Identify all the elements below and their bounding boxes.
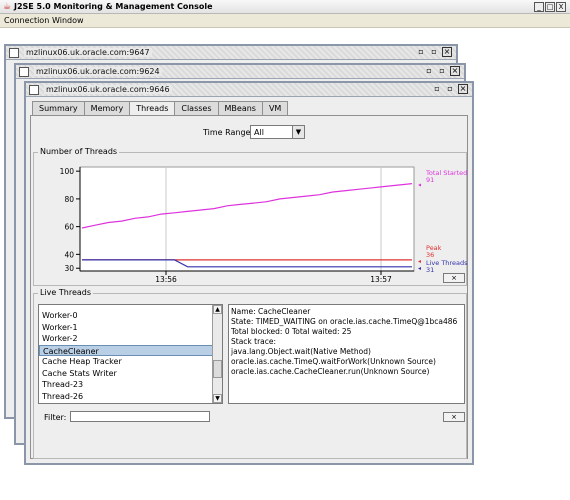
app-title-bar: ☕ J2SE 5.0 Monitoring & Management Conso… — [0, 0, 570, 14]
detail-line: java.lang.Object.wait(Native Method) — [231, 347, 371, 356]
thread-list[interactable]: Worker-0 Worker-1 Worker-2 CacheCleaner … — [38, 304, 223, 404]
time-range-value: All — [254, 128, 264, 137]
y-tick-label: 40 — [64, 250, 74, 259]
y-tick-label: 30 — [64, 264, 74, 273]
time-range-label: Time Range: — [203, 128, 254, 137]
tab-memory[interactable]: Memory — [83, 101, 131, 115]
list-item[interactable]: Worker-0 — [39, 310, 222, 322]
detail-line: oracle.ias.cache.TimeQ.waitForWork(Unkno… — [231, 357, 436, 366]
chart-collapse-button[interactable]: ⨯ — [443, 273, 465, 283]
y-tick-label: 60 — [64, 223, 74, 232]
menu-bar: Connection Window — [0, 14, 570, 28]
maximize-icon[interactable]: ▫ — [445, 84, 455, 94]
maximize-icon[interactable]: ▫ — [429, 47, 439, 57]
number-of-threads-group: Number of Threads 13:56 13:57 30 40 60 80 100 ◂… — [33, 147, 468, 286]
close-icon[interactable]: × — [458, 84, 468, 94]
detail-line: Name: CacheCleaner — [231, 307, 311, 316]
tab-mbeans[interactable]: MBeans — [217, 101, 263, 115]
window-title: mzlinux06.uk.oracle.com:9646 — [44, 85, 172, 94]
tab-classes[interactable]: Classes — [174, 101, 219, 115]
window-title-bar[interactable]: mzlinux06.uk.oracle.com:9646 ▫ ▫ × — [26, 83, 472, 97]
detail-line: Total blocked: 0 Total waited: 25 — [231, 327, 352, 336]
tab-strip: Summary Memory Threads Classes MBeans VM — [32, 101, 289, 116]
maximize-button[interactable]: □ — [545, 2, 555, 12]
close-icon[interactable]: × — [450, 66, 460, 76]
legend-value: 36 — [426, 251, 434, 259]
legend-value: 31 — [426, 266, 434, 274]
window-title: mzlinux06.uk.oracle.com:9624 — [34, 67, 162, 76]
detail-line: State: TIMED_WAITING on oracle.ias.cache… — [231, 317, 458, 326]
thread-list-scrollbar[interactable]: ▲ ▼ — [212, 305, 222, 403]
detail-line: Stack trace: — [231, 337, 277, 346]
menu-window[interactable]: Window — [52, 16, 84, 25]
live-threads-group: Live Threads Worker-0 Worker-1 Worker-2 … — [33, 288, 467, 459]
scroll-thumb[interactable] — [213, 360, 222, 378]
y-tick-label: 80 — [64, 195, 74, 204]
list-item[interactable]: Cache Heap Tracker — [39, 356, 222, 368]
list-item[interactable]: Worker-2 — [39, 333, 222, 345]
scroll-down-icon[interactable]: ▼ — [213, 394, 222, 403]
time-range-select[interactable]: All ▼ — [250, 125, 305, 139]
iconify-icon[interactable]: ▫ — [424, 66, 434, 76]
window-icon — [19, 67, 29, 77]
tab-vm[interactable]: VM — [261, 101, 289, 115]
list-item[interactable]: Worker-1 — [39, 322, 222, 334]
java-icon: ☕ — [3, 2, 12, 12]
window-title-bar[interactable]: mzlinux06.uk.oracle.com:9624 ▫ ▫ × — [16, 65, 464, 79]
x-tick-label: 13:56 — [155, 275, 177, 284]
threads-tab-panel: Time Range: All ▼ Number of Threads 13:5… — [30, 115, 468, 459]
tab-summary[interactable]: Summary — [32, 101, 85, 115]
series-marker-icon: ◂ — [418, 182, 421, 189]
detail-line: oracle.ias.cache.CacheCleaner.run(Unknow… — [231, 367, 430, 376]
chevron-down-icon[interactable]: ▼ — [292, 126, 304, 138]
filter-label: Filter: — [44, 413, 67, 422]
app-title: J2SE 5.0 Monitoring & Management Console — [14, 2, 213, 11]
close-icon[interactable]: × — [442, 47, 452, 57]
list-item-selected[interactable]: CacheCleaner — [39, 344, 222, 356]
legend-value: 91 — [426, 176, 434, 184]
x-tick-label: 13:57 — [370, 275, 392, 284]
minimize-button[interactable]: _ — [534, 2, 544, 12]
iconify-icon[interactable]: ▫ — [432, 84, 442, 94]
internal-window-9646[interactable]: mzlinux06.uk.oracle.com:9646 ▫ ▫ × Summa… — [24, 81, 474, 465]
list-item[interactable]: Thread-23 — [39, 379, 222, 391]
close-button[interactable]: X — [556, 2, 566, 12]
window-controls: _ □ X — [534, 2, 566, 12]
window-title: mzlinux06.uk.oracle.com:9647 — [24, 48, 152, 57]
iconify-icon[interactable]: ▫ — [416, 47, 426, 57]
desktop-pane: mzlinux06.uk.oracle.com:9647 ▫ ▫ × mzlin… — [0, 29, 570, 500]
thread-count-chart: 13:56 13:5730406080100◂Total Started91◂Pe… — [60, 166, 468, 284]
filter-input[interactable] — [70, 411, 210, 422]
live-threads-title: Live Threads — [38, 288, 94, 297]
series-marker-icon: ◂ — [418, 265, 421, 272]
menu-connection[interactable]: Connection — [4, 16, 49, 25]
window-title-bar[interactable]: mzlinux06.uk.oracle.com:9647 ▫ ▫ × — [6, 46, 456, 60]
list-item[interactable]: Cache Stats Writer — [39, 368, 222, 380]
tab-threads[interactable]: Threads — [129, 101, 176, 116]
y-tick-label: 100 — [60, 167, 75, 176]
threads-collapse-button[interactable]: ⨯ — [443, 412, 465, 422]
list-item[interactable]: Thread-26 — [39, 391, 222, 403]
scroll-up-icon[interactable]: ▲ — [213, 305, 222, 314]
window-icon — [9, 48, 19, 58]
maximize-icon[interactable]: ▫ — [437, 66, 447, 76]
window-icon — [29, 85, 39, 95]
thread-details: Name: CacheCleaner State: TIMED_WAITING … — [228, 304, 465, 404]
